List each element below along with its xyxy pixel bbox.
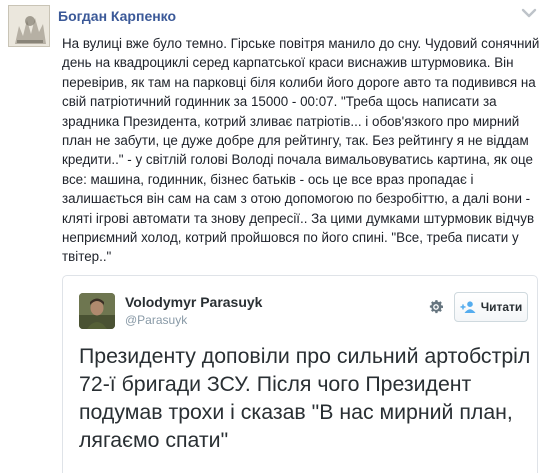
twitter-avatar-image (79, 293, 115, 329)
embedded-tweet[interactable]: Volodymyr Parasuyk @Parasuyk Читати През… (62, 275, 538, 473)
tweet-author-handle[interactable]: @Parasuyk (125, 313, 187, 327)
tweet-author-name[interactable]: Volodymyr Parasuyk (125, 294, 262, 310)
follow-button-label: Читати (480, 300, 523, 314)
follow-button[interactable]: Читати (454, 292, 528, 322)
post-body-text: На вулиці вже було темно. Гірське повітр… (62, 36, 544, 265)
tweet-text: Президенту доповіли про сильний артобстр… (79, 344, 531, 452)
gear-icon[interactable] (427, 298, 445, 316)
follow-user-icon (460, 301, 476, 313)
author-avatar[interactable] (8, 5, 50, 47)
author-avatar-image (9, 6, 49, 46)
twitter-avatar[interactable] (79, 293, 115, 329)
post-author-name[interactable]: Богдан Карпенко (58, 8, 176, 24)
chevron-down-icon[interactable] (520, 6, 538, 20)
